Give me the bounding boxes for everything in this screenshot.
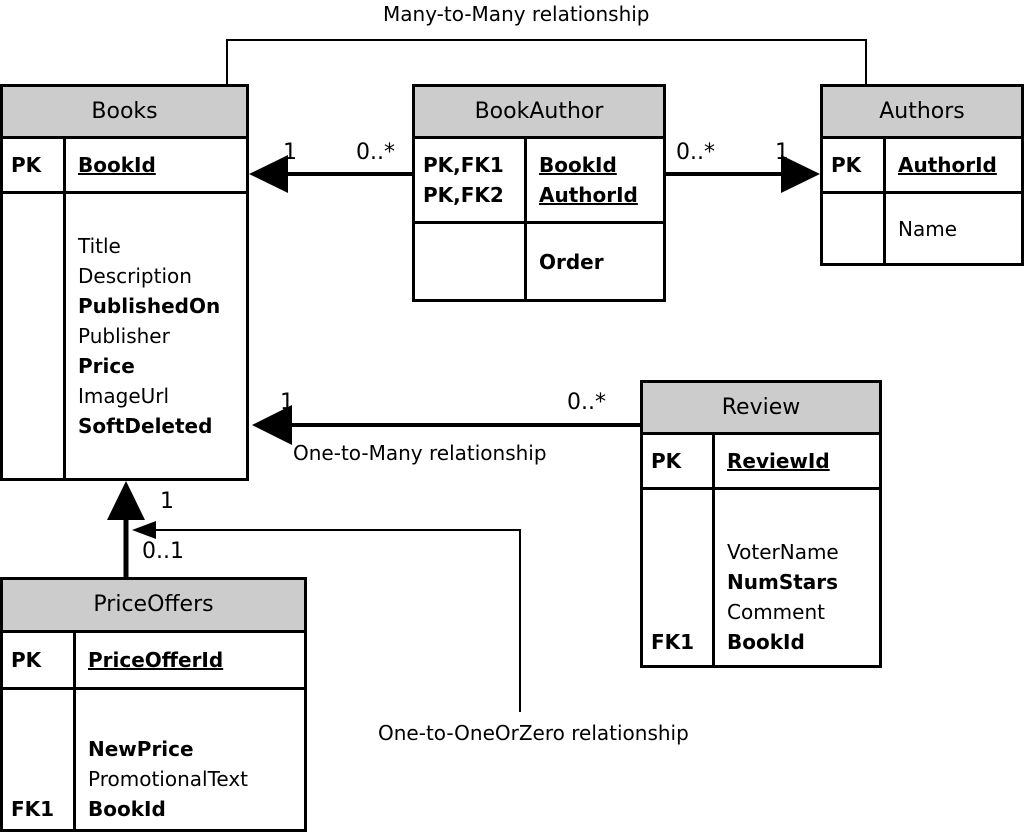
connector-many-to-many — [226, 39, 867, 86]
cardinality-books-review-review-side: 0..* — [567, 390, 606, 415]
entity-books-pk-column: BookId — [78, 153, 156, 177]
entity-review-body-key-column: FK1 — [643, 490, 715, 665]
entity-review-key-section: PK ReviewId — [643, 435, 879, 490]
entity-review-key-column: PK — [643, 435, 715, 487]
entity-priceoffers-field-column: NewPrice PromotionalText BookId — [88, 737, 249, 821]
entity-books-title: Books — [3, 87, 246, 139]
entity-bookauthor-pk-column: BookId AuthorId — [539, 153, 638, 207]
entity-priceoffers-key-column: PK — [3, 633, 76, 687]
relationship-label-one-to-onezero: One-to-OneOrZero relationship — [378, 721, 689, 745]
entity-bookauthor-key-section: PK,FK1 PK,FK2 BookId AuthorId — [415, 139, 663, 224]
cardinality-books-priceoffers-offers-side: 0..1 — [142, 539, 184, 564]
entity-review-title: Review — [643, 383, 879, 435]
entity-authors-key-section: PK AuthorId — [823, 139, 1021, 194]
entity-books-key-section: PK BookId — [3, 139, 246, 194]
entity-priceoffers-field-section: FK1 NewPrice PromotionalText BookId — [3, 690, 304, 832]
entity-priceoffers-key-section: PK PriceOfferId — [3, 633, 304, 690]
entity-authors-pk-column: AuthorId — [898, 153, 997, 177]
entity-books-field-section: Title Description PublishedOn Publisher … — [3, 194, 246, 478]
entity-review[interactable]: Review PK ReviewId FK1 VoterName NumStar… — [640, 380, 882, 668]
entity-authors-field-section: Name — [823, 194, 1021, 263]
entity-priceoffers-pk-column: PriceOfferId — [88, 648, 224, 672]
entity-review-field-section: FK1 VoterName NumStars Comment BookId — [643, 490, 879, 665]
entity-books-key-column: PK — [3, 139, 66, 191]
entity-authors-body-key-column — [823, 194, 886, 263]
entity-books-body-key-column — [3, 194, 66, 478]
entity-priceoffers-title: PriceOffers — [3, 580, 304, 633]
cardinality-authors-bookauthor-join-side: 0..* — [676, 140, 715, 165]
entity-bookauthor-body-key-column — [415, 224, 527, 299]
entity-bookauthor-title: BookAuthor — [415, 87, 663, 139]
entity-authors-title: Authors — [823, 87, 1021, 139]
entity-priceoffers[interactable]: PriceOffers PK PriceOfferId FK1 NewPrice… — [0, 577, 307, 832]
cardinality-books-bookauthor-books-side: 1 — [283, 140, 297, 165]
entity-authors-field-column: Name — [898, 216, 958, 241]
entity-review-field-column: VoterName NumStars Comment BookId — [727, 540, 839, 654]
entity-bookauthor-field-column: Order — [539, 249, 604, 274]
entity-priceoffers-body-key-column: FK1 — [3, 690, 76, 832]
entity-bookauthor-field-section: Order — [415, 224, 663, 299]
entity-review-pk-column: ReviewId — [727, 449, 830, 473]
entity-authors[interactable]: Authors PK AuthorId Name — [820, 84, 1024, 266]
relationship-label-one-to-many: One-to-Many relationship — [293, 441, 547, 465]
cardinality-authors-bookauthor-authors-side: 1 — [775, 140, 789, 165]
cardinality-books-bookauthor-join-side: 0..* — [356, 140, 395, 165]
entity-authors-key-column: PK — [823, 139, 886, 191]
cardinality-books-review-books-side: 1 — [280, 390, 294, 415]
entity-books[interactable]: Books PK BookId Title Description Publis… — [0, 84, 249, 481]
entity-bookauthor[interactable]: BookAuthor PK,FK1 PK,FK2 BookId AuthorId… — [412, 84, 666, 302]
entity-books-field-column: Title Description PublishedOn Publisher … — [78, 234, 221, 438]
entity-bookauthor-key-column: PK,FK1 PK,FK2 — [415, 139, 527, 221]
cardinality-books-priceoffers-books-side: 1 — [160, 489, 174, 514]
relationship-label-many-to-many: Many-to-Many relationship — [383, 2, 650, 26]
